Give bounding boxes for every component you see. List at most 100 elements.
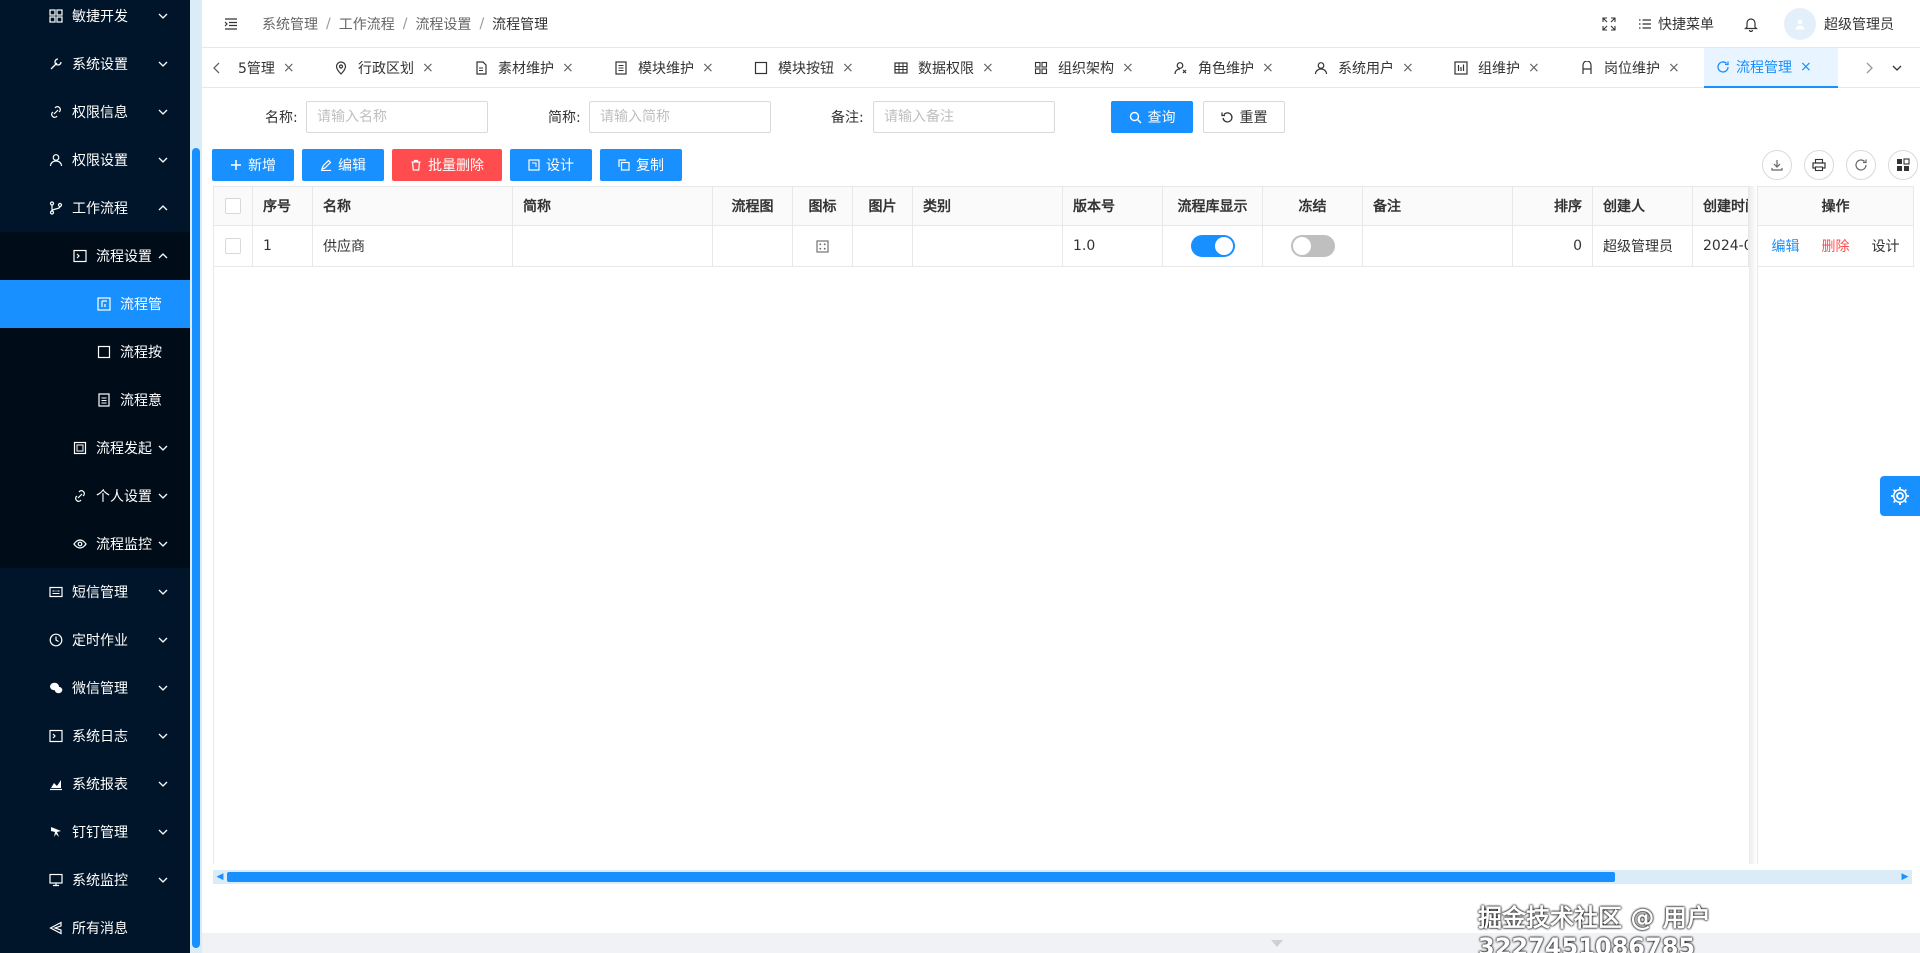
bell-icon[interactable] [1744,16,1758,32]
close-icon[interactable]: × [1800,59,1812,75]
close-icon[interactable]: × [422,60,434,76]
column-header-flow-chart[interactable]: 流程图 [713,186,793,226]
sidebar-item-flow-settings[interactable]: 流程设置 [0,232,190,280]
close-icon[interactable]: × [1262,60,1274,76]
close-icon[interactable]: × [283,60,295,76]
tab-item-active[interactable]: 流程管理 × [1704,48,1838,88]
column-header-creator[interactable]: 创建人 [1593,186,1693,226]
tab-item[interactable]: 数据权限 × [894,48,994,88]
sidebar-item-all-messages[interactable]: 所有消息 [0,904,190,952]
sidebar-scrollbar[interactable] [190,0,202,953]
sidebar-item-system-log[interactable]: 系统日志 [0,712,190,760]
column-header-icon[interactable]: 图标 [793,186,853,226]
row-edit-link[interactable]: 编辑 [1772,236,1800,256]
close-icon[interactable]: × [1122,60,1134,76]
column-header-sort[interactable]: 排序 [1513,186,1593,226]
sidebar-item-flow-start[interactable]: 流程发起 [0,424,190,472]
tab-item[interactable]: 5管理 × [238,48,295,88]
username[interactable]: 超级管理员 [1824,14,1894,34]
edit-button[interactable]: 编辑 [302,149,384,181]
sidebar-item-permission-info[interactable]: 权限信息 [0,88,190,136]
column-header-short[interactable]: 简称 [513,186,713,226]
copy-button[interactable]: 复制 [600,149,682,181]
fullscreen-icon[interactable] [1602,17,1616,31]
tab-item[interactable]: 组织架构 × [1034,48,1134,88]
collapse-menu-icon[interactable] [224,17,238,31]
design-button[interactable]: 设计 [510,149,592,181]
name-input[interactable] [306,101,488,133]
avatar[interactable] [1784,8,1816,40]
row-checkbox[interactable] [225,238,241,254]
column-settings-button[interactable] [1888,150,1918,180]
horizontal-scrollbar-thumb[interactable] [227,872,1615,882]
column-header-version[interactable]: 版本号 [1063,186,1163,226]
scroll-left-arrow-icon[interactable]: ◀ [213,870,227,884]
remark-input[interactable] [873,101,1055,133]
plus-icon [230,159,242,171]
reset-button[interactable]: 重置 [1203,101,1285,133]
export-button[interactable] [1762,150,1792,180]
sidebar-item-wechat[interactable]: 微信管理 [0,664,190,712]
add-button[interactable]: 新增 [212,149,294,181]
collapse-triangle-icon[interactable] [1270,937,1284,953]
sidebar-item-scheduled-jobs[interactable]: 定时作业 [0,616,190,664]
table-horizontal-scrollbar[interactable]: ◀ ▶ [213,870,1912,884]
short-name-input[interactable] [589,101,771,133]
column-header-category[interactable]: 类别 [913,186,1063,226]
frozen-toggle[interactable] [1290,235,1335,257]
column-header-created[interactable]: 创建时间 [1693,186,1749,226]
refresh-button[interactable] [1846,150,1876,180]
tab-item[interactable]: 素材维护 × [474,48,574,88]
column-header-name[interactable]: 名称 [313,186,513,226]
column-header-frozen[interactable]: 冻结 [1263,186,1363,226]
row-delete-link[interactable]: 删除 [1822,236,1850,256]
tab-item[interactable]: 系统用户 × [1314,48,1414,88]
close-icon[interactable]: × [562,60,574,76]
column-header-remark[interactable]: 备注 [1363,186,1513,226]
column-header-index[interactable]: 序号 [253,186,313,226]
column-header-library-show[interactable]: 流程库显示 [1163,186,1263,226]
breadcrumb-item[interactable]: 流程设置 [415,14,471,34]
batch-delete-button[interactable]: 批量删除 [392,149,502,181]
breadcrumb-item[interactable]: 系统管理 [262,14,318,34]
scroll-right-arrow-icon[interactable]: ▶ [1898,870,1912,884]
sidebar-item-agile-dev[interactable]: 敏捷开发 [0,0,190,40]
sidebar-item-system-settings[interactable]: 系统设置 [0,40,190,88]
sidebar-item-flow-manage[interactable]: 流程管 [0,280,190,328]
close-icon[interactable]: × [1528,60,1540,76]
tabs-dropdown-icon[interactable] [1890,61,1904,79]
close-icon[interactable]: × [1402,60,1414,76]
sidebar-item-flow-button[interactable]: 流程按 [0,328,190,376]
tab-item[interactable]: 行政区划 × [334,48,434,88]
sidebar-item-workflow[interactable]: 工作流程 [0,184,190,232]
breadcrumb-item[interactable]: 工作流程 [339,14,395,34]
settings-button[interactable] [1880,476,1920,516]
sidebar-item-sms[interactable]: 短信管理 [0,568,190,616]
sidebar-item-permission-settings[interactable]: 权限设置 [0,136,190,184]
sidebar-scrollbar-thumb[interactable] [192,148,200,948]
tab-item[interactable]: 组维护 × [1454,48,1540,88]
sidebar-item-flow-monitor[interactable]: 流程监控 [0,520,190,568]
quick-menu-button[interactable]: 快捷菜单 [1638,14,1714,34]
tab-item[interactable]: 模块按钮 × [754,48,854,88]
sidebar-item-dingtalk[interactable]: 钉钉管理 [0,808,190,856]
row-design-link[interactable]: 设计 [1872,236,1900,256]
sidebar-item-system-report[interactable]: 系统报表 [0,760,190,808]
close-icon[interactable]: × [702,60,714,76]
select-all-checkbox[interactable] [225,198,241,214]
tab-item[interactable]: 岗位维护 × [1580,48,1680,88]
tab-item[interactable]: 角色维护 × [1174,48,1274,88]
sidebar-item-personal-settings[interactable]: 个人设置 [0,472,190,520]
close-icon[interactable]: × [982,60,994,76]
tabs-scroll-right-icon[interactable] [1864,61,1874,79]
sidebar-item-system-monitor[interactable]: 系统监控 [0,856,190,904]
print-button[interactable] [1804,150,1834,180]
close-icon[interactable]: × [842,60,854,76]
close-icon[interactable]: × [1668,60,1680,76]
column-header-image[interactable]: 图片 [853,186,913,226]
tab-item[interactable]: 模块维护 × [614,48,714,88]
library-show-toggle[interactable] [1190,235,1235,257]
query-button[interactable]: 查询 [1111,101,1193,133]
tabs-scroll-left-icon[interactable] [212,61,222,79]
sidebar-item-flow-opinion[interactable]: 流程意 [0,376,190,424]
